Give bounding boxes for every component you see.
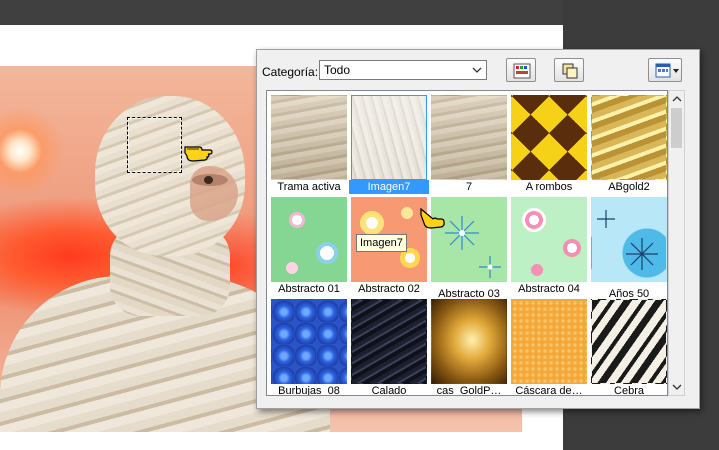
scrollbar-thumb[interactable] bbox=[671, 108, 682, 148]
hand-pointer-cursor-icon bbox=[184, 146, 213, 162]
texture-tile[interactable]: 7 bbox=[431, 95, 507, 194]
palette-button[interactable] bbox=[506, 58, 536, 82]
copy-pages-icon bbox=[562, 63, 578, 79]
scroll-down-icon[interactable] bbox=[672, 383, 682, 391]
texture-swatch bbox=[591, 299, 667, 384]
texture-grid: Trama activa Imagen7 7 A rombos ABgold2 … bbox=[266, 90, 668, 396]
texture-swatch bbox=[271, 95, 347, 180]
texture-tile[interactable]: Cebra bbox=[591, 299, 667, 396]
view-mode-icon bbox=[655, 63, 679, 78]
texture-tile[interactable]: Cáscara de… bbox=[511, 299, 587, 396]
texture-label: Imagen7 bbox=[349, 180, 429, 194]
texture-swatch bbox=[511, 95, 587, 180]
texture-tile-selected[interactable]: Imagen7 bbox=[349, 95, 429, 194]
scroll-up-icon[interactable] bbox=[672, 95, 682, 103]
texture-swatch bbox=[271, 197, 347, 282]
texture-label: Cebra bbox=[614, 385, 644, 396]
texture-swatch bbox=[271, 299, 347, 384]
photo-eye bbox=[192, 174, 228, 186]
texture-swatch bbox=[431, 299, 507, 384]
category-dropdown[interactable]: Todo bbox=[319, 60, 487, 80]
texture-swatch bbox=[591, 95, 667, 180]
texture-picker-panel: Categoría: Todo Trama activa Imagen7 7 A… bbox=[256, 49, 700, 409]
palette-icon bbox=[513, 63, 531, 79]
texture-label: cas_GoldP… bbox=[436, 385, 502, 396]
texture-tile[interactable]: Abstracto 01 bbox=[271, 197, 347, 296]
texture-label: 7 bbox=[465, 181, 473, 193]
copy-button[interactable] bbox=[554, 58, 584, 82]
texture-label: Calado bbox=[371, 385, 407, 396]
texture-tile[interactable]: Calado bbox=[351, 299, 427, 396]
chevron-down-icon bbox=[472, 67, 482, 73]
texture-swatch bbox=[592, 198, 666, 281]
selection-marquee[interactable] bbox=[127, 117, 182, 173]
category-value: Todo bbox=[324, 63, 351, 77]
texture-tile[interactable]: A rombos bbox=[511, 95, 587, 194]
texture-swatch bbox=[351, 95, 427, 180]
texture-label: Abstracto 02 bbox=[358, 283, 420, 295]
hand-pointer-cursor-icon bbox=[420, 207, 445, 229]
texture-label: Abstracto 04 bbox=[518, 283, 580, 295]
texture-swatch bbox=[351, 299, 427, 384]
texture-tile[interactable]: Abstracto 04 bbox=[511, 197, 587, 296]
texture-label: Abstracto 01 bbox=[278, 283, 340, 295]
texture-label: ABgold2 bbox=[608, 181, 650, 193]
texture-tile[interactable]: Años 50 bbox=[591, 197, 667, 301]
texture-swatch bbox=[511, 197, 587, 282]
texture-tile[interactable]: Burbujas_08 bbox=[271, 299, 347, 396]
category-label: Categoría: bbox=[262, 65, 319, 79]
texture-label: Cáscara de… bbox=[515, 385, 583, 396]
texture-tile[interactable]: ABgold2 bbox=[591, 95, 667, 194]
texture-label: A rombos bbox=[525, 181, 573, 193]
tooltip: Imagen7 bbox=[356, 234, 407, 252]
texture-swatch bbox=[511, 299, 587, 384]
view-mode-button[interactable] bbox=[648, 58, 682, 82]
texture-label: Burbujas_08 bbox=[278, 385, 340, 396]
texture-label: Trama activa bbox=[277, 181, 341, 193]
texture-tile[interactable]: Trama activa bbox=[271, 95, 347, 194]
vertical-scrollbar[interactable] bbox=[668, 90, 685, 396]
texture-swatch bbox=[431, 95, 507, 180]
texture-tile[interactable]: cas_GoldP… bbox=[431, 299, 507, 396]
